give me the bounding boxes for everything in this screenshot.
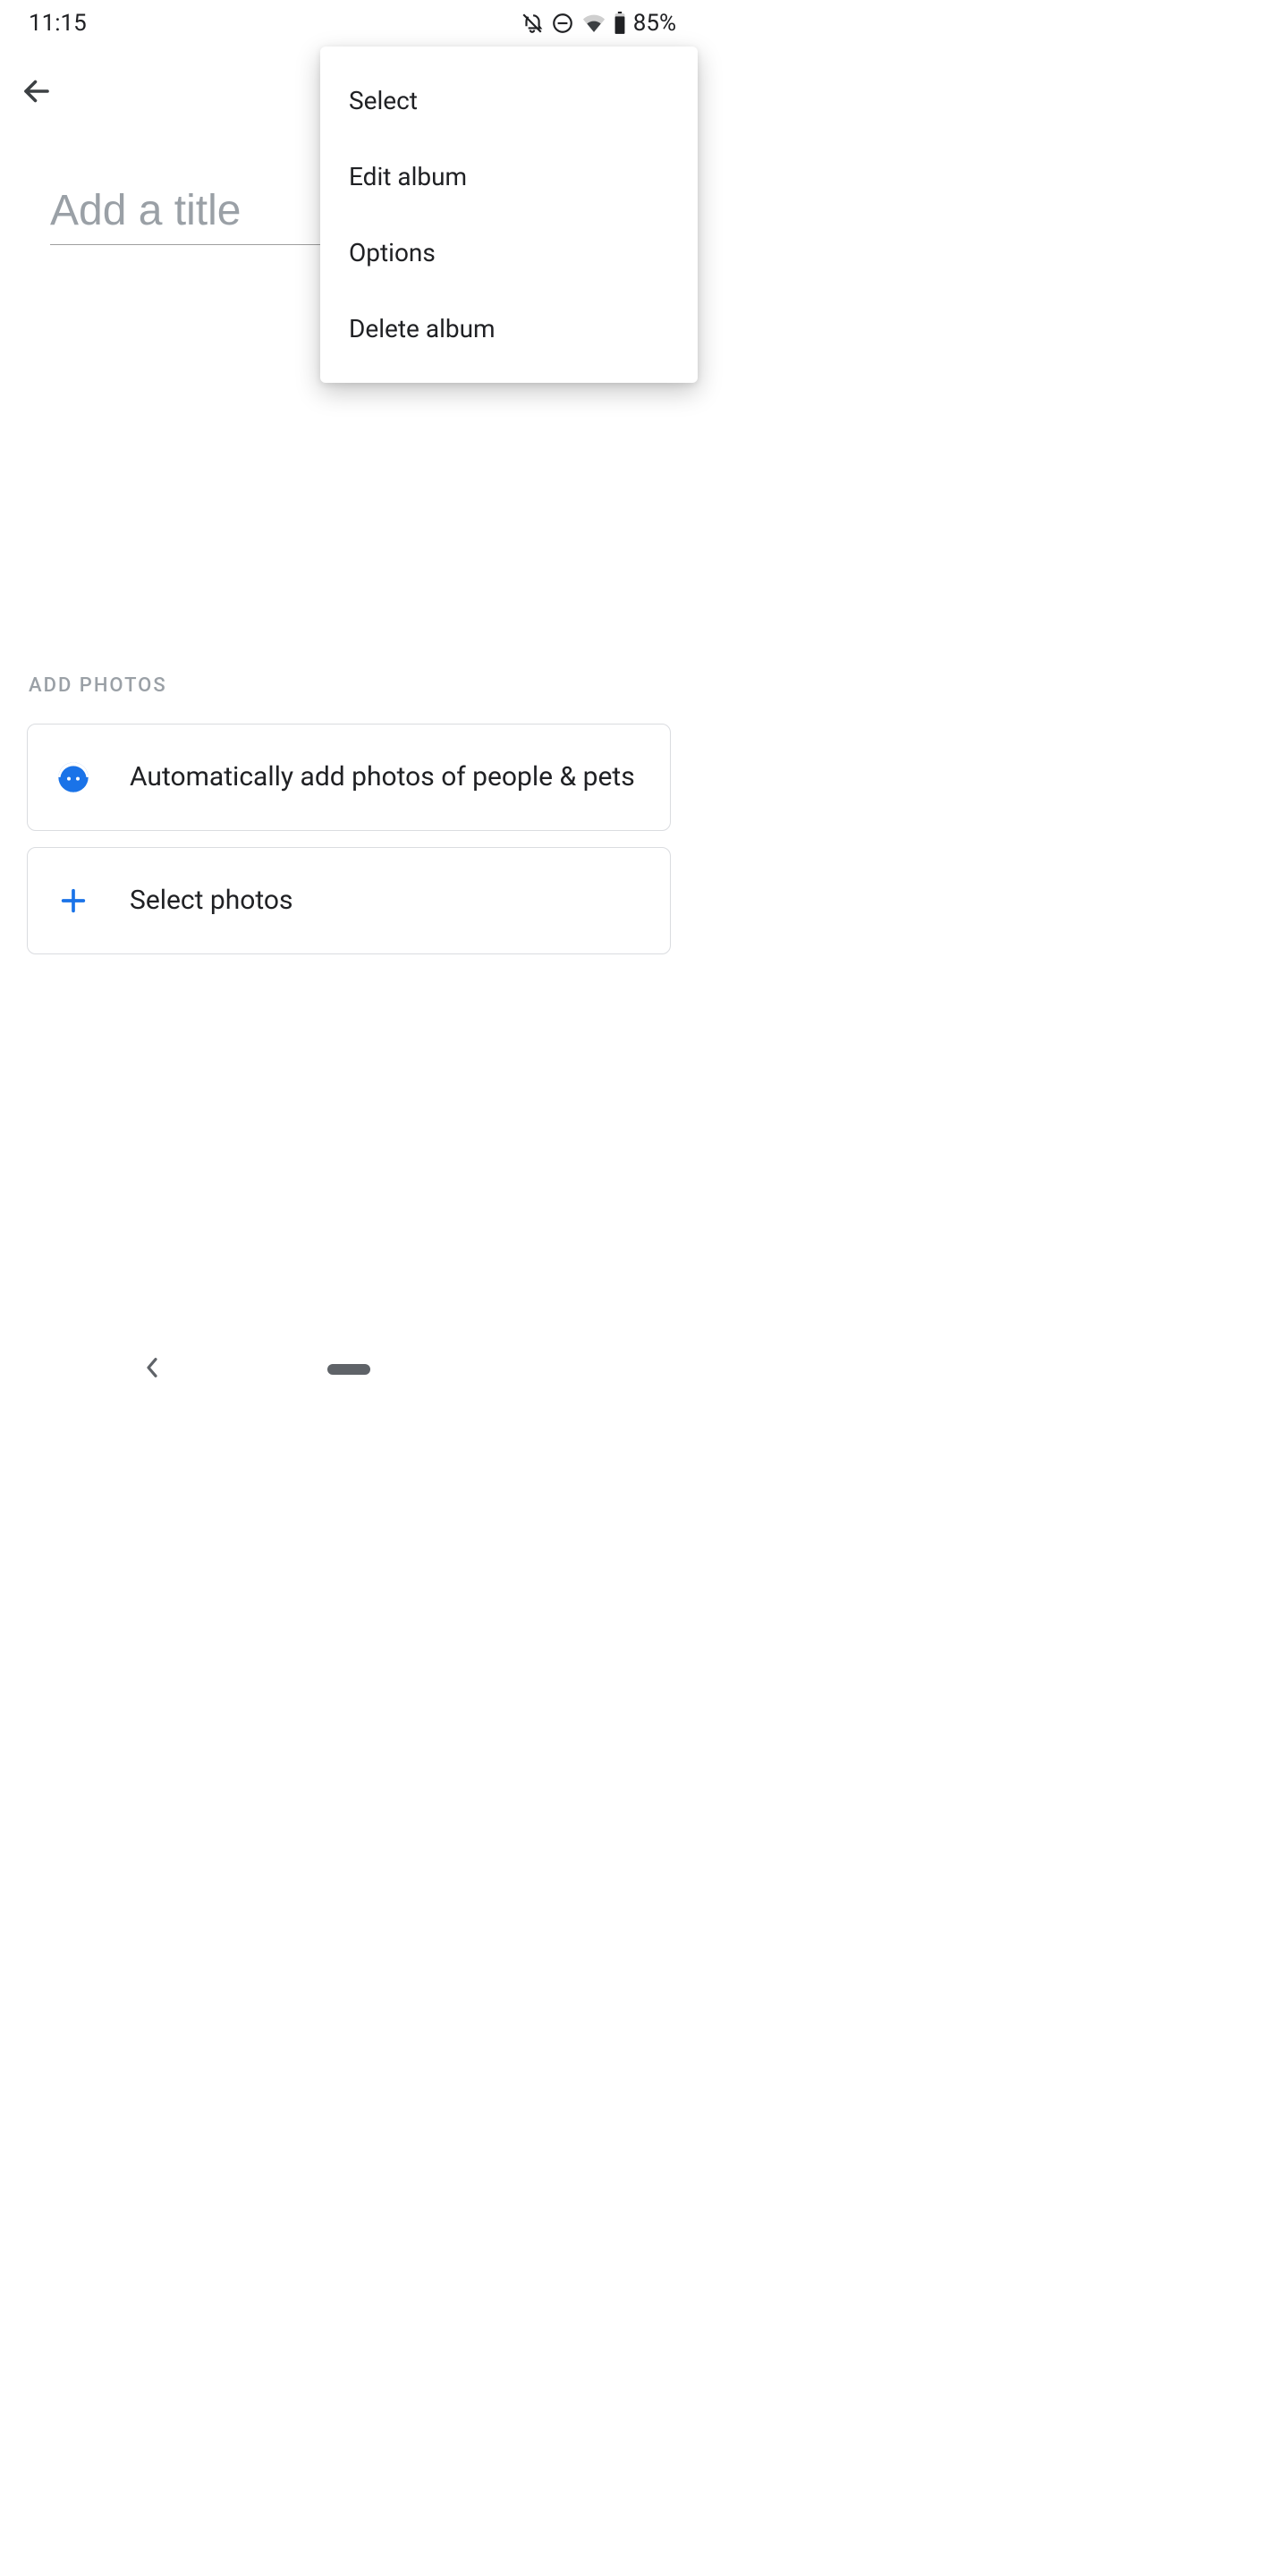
status-right: 85% (521, 10, 676, 37)
arrow-left-icon (21, 75, 53, 107)
menu-item-delete-album[interactable]: Delete album (320, 291, 698, 367)
plus-icon (55, 886, 92, 916)
select-photos-card[interactable]: Select photos (27, 847, 671, 954)
add-photos-header: ADD PHOTOS (0, 674, 698, 697)
add-photos-card-list: Automatically add photos of people & pet… (0, 697, 698, 954)
nav-home-pill[interactable] (327, 1364, 370, 1375)
status-bar: 11:15 (0, 0, 698, 47)
menu-item-edit-album[interactable]: Edit album (320, 139, 698, 215)
system-nav-bar (0, 1343, 698, 1395)
back-button[interactable] (18, 72, 55, 110)
select-photos-label: Select photos (130, 883, 292, 919)
menu-item-select[interactable]: Select (320, 63, 698, 139)
face-icon (55, 759, 92, 795)
dnd-off-icon (521, 12, 544, 35)
battery-percent: 85% (633, 10, 676, 37)
overflow-menu: Select Edit album Options Delete album (320, 47, 698, 383)
status-time: 11:15 (29, 10, 87, 37)
nav-back-button[interactable] (143, 1357, 161, 1382)
auto-add-people-card[interactable]: Automatically add photos of people & pet… (27, 724, 671, 831)
battery-icon (614, 12, 626, 35)
do-not-disturb-icon (551, 12, 574, 35)
auto-add-label: Automatically add photos of people & pet… (130, 759, 635, 796)
wifi-icon (581, 13, 606, 33)
menu-item-options[interactable]: Options (320, 215, 698, 291)
